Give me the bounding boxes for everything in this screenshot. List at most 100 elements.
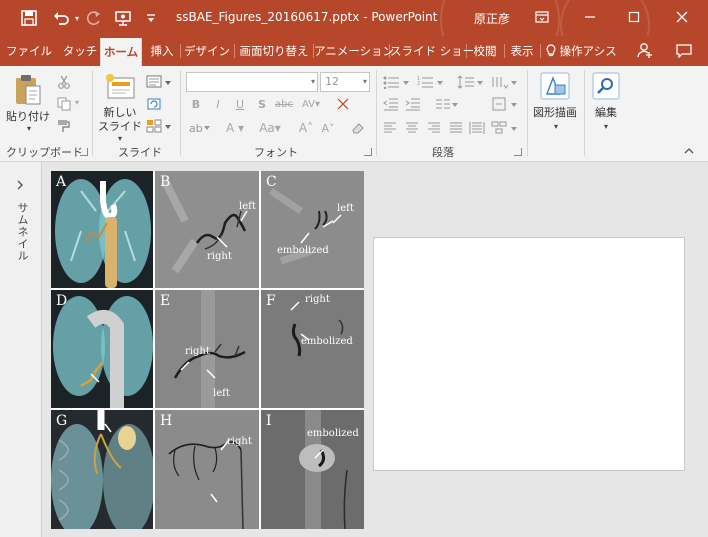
copy-icon[interactable] [56,96,72,112]
smartart-icon[interactable] [490,120,520,136]
panel-b-annotation: right [207,251,232,262]
comments-icon[interactable] [672,36,696,66]
chevron-down-icon: ▾ [310,77,315,86]
tab-home[interactable]: ホーム [100,38,142,66]
minimize-icon[interactable] [576,6,604,28]
text-highlight-icon[interactable]: ab [188,120,214,136]
increase-font-icon[interactable]: A˄ [298,120,314,136]
panel-i-annotation: embolized [307,428,359,439]
text-direction-icon[interactable] [490,74,520,90]
panel-f-annotation: embolized [301,336,353,347]
align-right-icon[interactable] [426,120,442,136]
shapes-icon[interactable] [540,72,570,100]
new-slide-icon[interactable] [104,72,138,102]
panel-a: A [51,171,153,288]
tab-transitions[interactable]: 画面切り替え [236,36,312,66]
user-name[interactable]: 原正彦 [474,10,510,27]
work-area: サムネイル A B left right C left embolized D … [0,162,708,537]
font-color-icon[interactable]: A ▾ [222,120,248,136]
collapse-ribbon-icon[interactable] [682,144,696,158]
underline-icon[interactable]: U [232,96,248,112]
panel-g: G [51,410,153,529]
editing-dropdown-icon[interactable]: ▾ [601,122,611,131]
panel-f-annotation: right [305,294,330,305]
justify-icon[interactable] [448,120,464,136]
customize-qat-icon[interactable] [144,8,158,28]
title-bar: ▾ ssBAE_Figures_20160617.pptx - PowerPoi… [0,0,708,80]
font-name-combo[interactable]: ▾ [186,72,318,92]
shadow-icon[interactable]: S [254,96,270,112]
slide-canvas[interactable] [373,237,685,471]
italic-icon[interactable]: I [210,96,226,112]
tab-tell-me[interactable]: 操作アシス [546,36,622,66]
tab-design[interactable]: デザイン [182,36,232,66]
layout-icon[interactable] [146,74,172,90]
ribbon: 貼り付け ▾ ▾ クリップボード 新しい スライド ▾ スライド ▾ 12 ▾ … [0,66,708,162]
drawing-button[interactable]: 図形描画 [528,106,582,120]
columns-icon[interactable] [434,96,460,112]
distribute-icon[interactable] [468,120,486,136]
clipboard-launcher-icon[interactable] [80,148,88,156]
paste-dropdown-icon[interactable]: ▾ [24,124,34,133]
panel-b-annotation: left [239,201,256,212]
panel-d: D [51,290,153,408]
paste-icon[interactable] [14,74,42,108]
font-launcher-icon[interactable] [364,148,372,156]
thumbnail-pane[interactable]: サムネイル [0,162,42,537]
panel-d-label: D [56,293,68,309]
drawing-dropdown-icon[interactable]: ▾ [551,122,561,131]
panel-h: H right [155,410,259,529]
numbering-icon[interactable]: 12 [416,74,446,90]
ribbon-tab-bar: ファイル タッチ ホーム 挿入 デザイン 画面切り替え アニメーション スライド… [0,36,708,66]
tab-touch[interactable]: タッチ [62,36,98,66]
share-icon[interactable] [634,36,656,66]
change-case-icon[interactable]: Aa▾ [254,120,286,136]
format-painter-icon[interactable] [56,118,72,134]
panel-h-annotation: right [227,436,252,447]
paragraph-group-label: 段落 [432,146,454,159]
undo-dropdown-icon[interactable]: ▾ [72,8,82,28]
reset-icon[interactable] [146,96,164,112]
maximize-icon[interactable] [620,6,648,28]
tab-insert[interactable]: 挿入 [146,36,178,66]
tab-slideshow[interactable]: スライド ショー [390,36,474,66]
decrease-indent-icon[interactable] [382,96,400,112]
copy-dropdown-icon[interactable]: ▾ [72,98,82,107]
align-left-icon[interactable] [382,120,398,136]
paragraph-launcher-icon[interactable] [514,148,522,156]
tab-review[interactable]: 校閲 [468,36,502,66]
present-icon[interactable] [112,8,134,28]
decrease-font-icon[interactable]: A˅ [320,120,336,136]
redo-icon[interactable] [84,8,104,28]
panel-f-label: F [266,293,276,309]
clear-formatting-icon[interactable] [336,96,350,112]
increase-indent-icon[interactable] [404,96,422,112]
bullets-icon[interactable] [382,74,412,90]
new-slide-dropdown-icon[interactable]: ▾ [115,134,125,143]
undo-icon[interactable] [50,8,72,28]
align-text-icon[interactable] [490,96,520,112]
save-icon[interactable] [18,8,40,28]
paste-button[interactable]: 貼り付け [6,110,50,124]
strikethrough-icon[interactable]: abc [274,96,294,112]
ribbon-display-icon[interactable] [528,6,556,28]
tab-view[interactable]: 表示 [506,36,538,66]
svg-text:2: 2 [417,81,420,87]
bold-icon[interactable]: B [188,96,204,112]
find-icon[interactable] [592,72,620,100]
character-spacing-icon[interactable]: AV▾ [298,96,324,112]
line-spacing-icon[interactable] [456,74,486,90]
tab-file[interactable]: ファイル [4,36,54,66]
section-icon[interactable] [146,118,172,134]
eraser-icon[interactable] [350,120,366,136]
figure-image[interactable]: A B left right C left embolized D E righ… [51,171,364,529]
align-center-icon[interactable] [404,120,420,136]
new-slide-label-1[interactable]: 新しい [96,106,144,120]
expand-thumbnails-icon[interactable] [14,178,26,192]
font-size-combo[interactable]: 12 ▾ [320,72,370,92]
tab-animations[interactable]: アニメーション [314,36,394,66]
close-icon[interactable] [668,6,696,28]
cut-icon[interactable] [56,74,72,90]
new-slide-button[interactable]: スライド [96,120,144,134]
editing-button[interactable]: 編集 [584,106,628,120]
